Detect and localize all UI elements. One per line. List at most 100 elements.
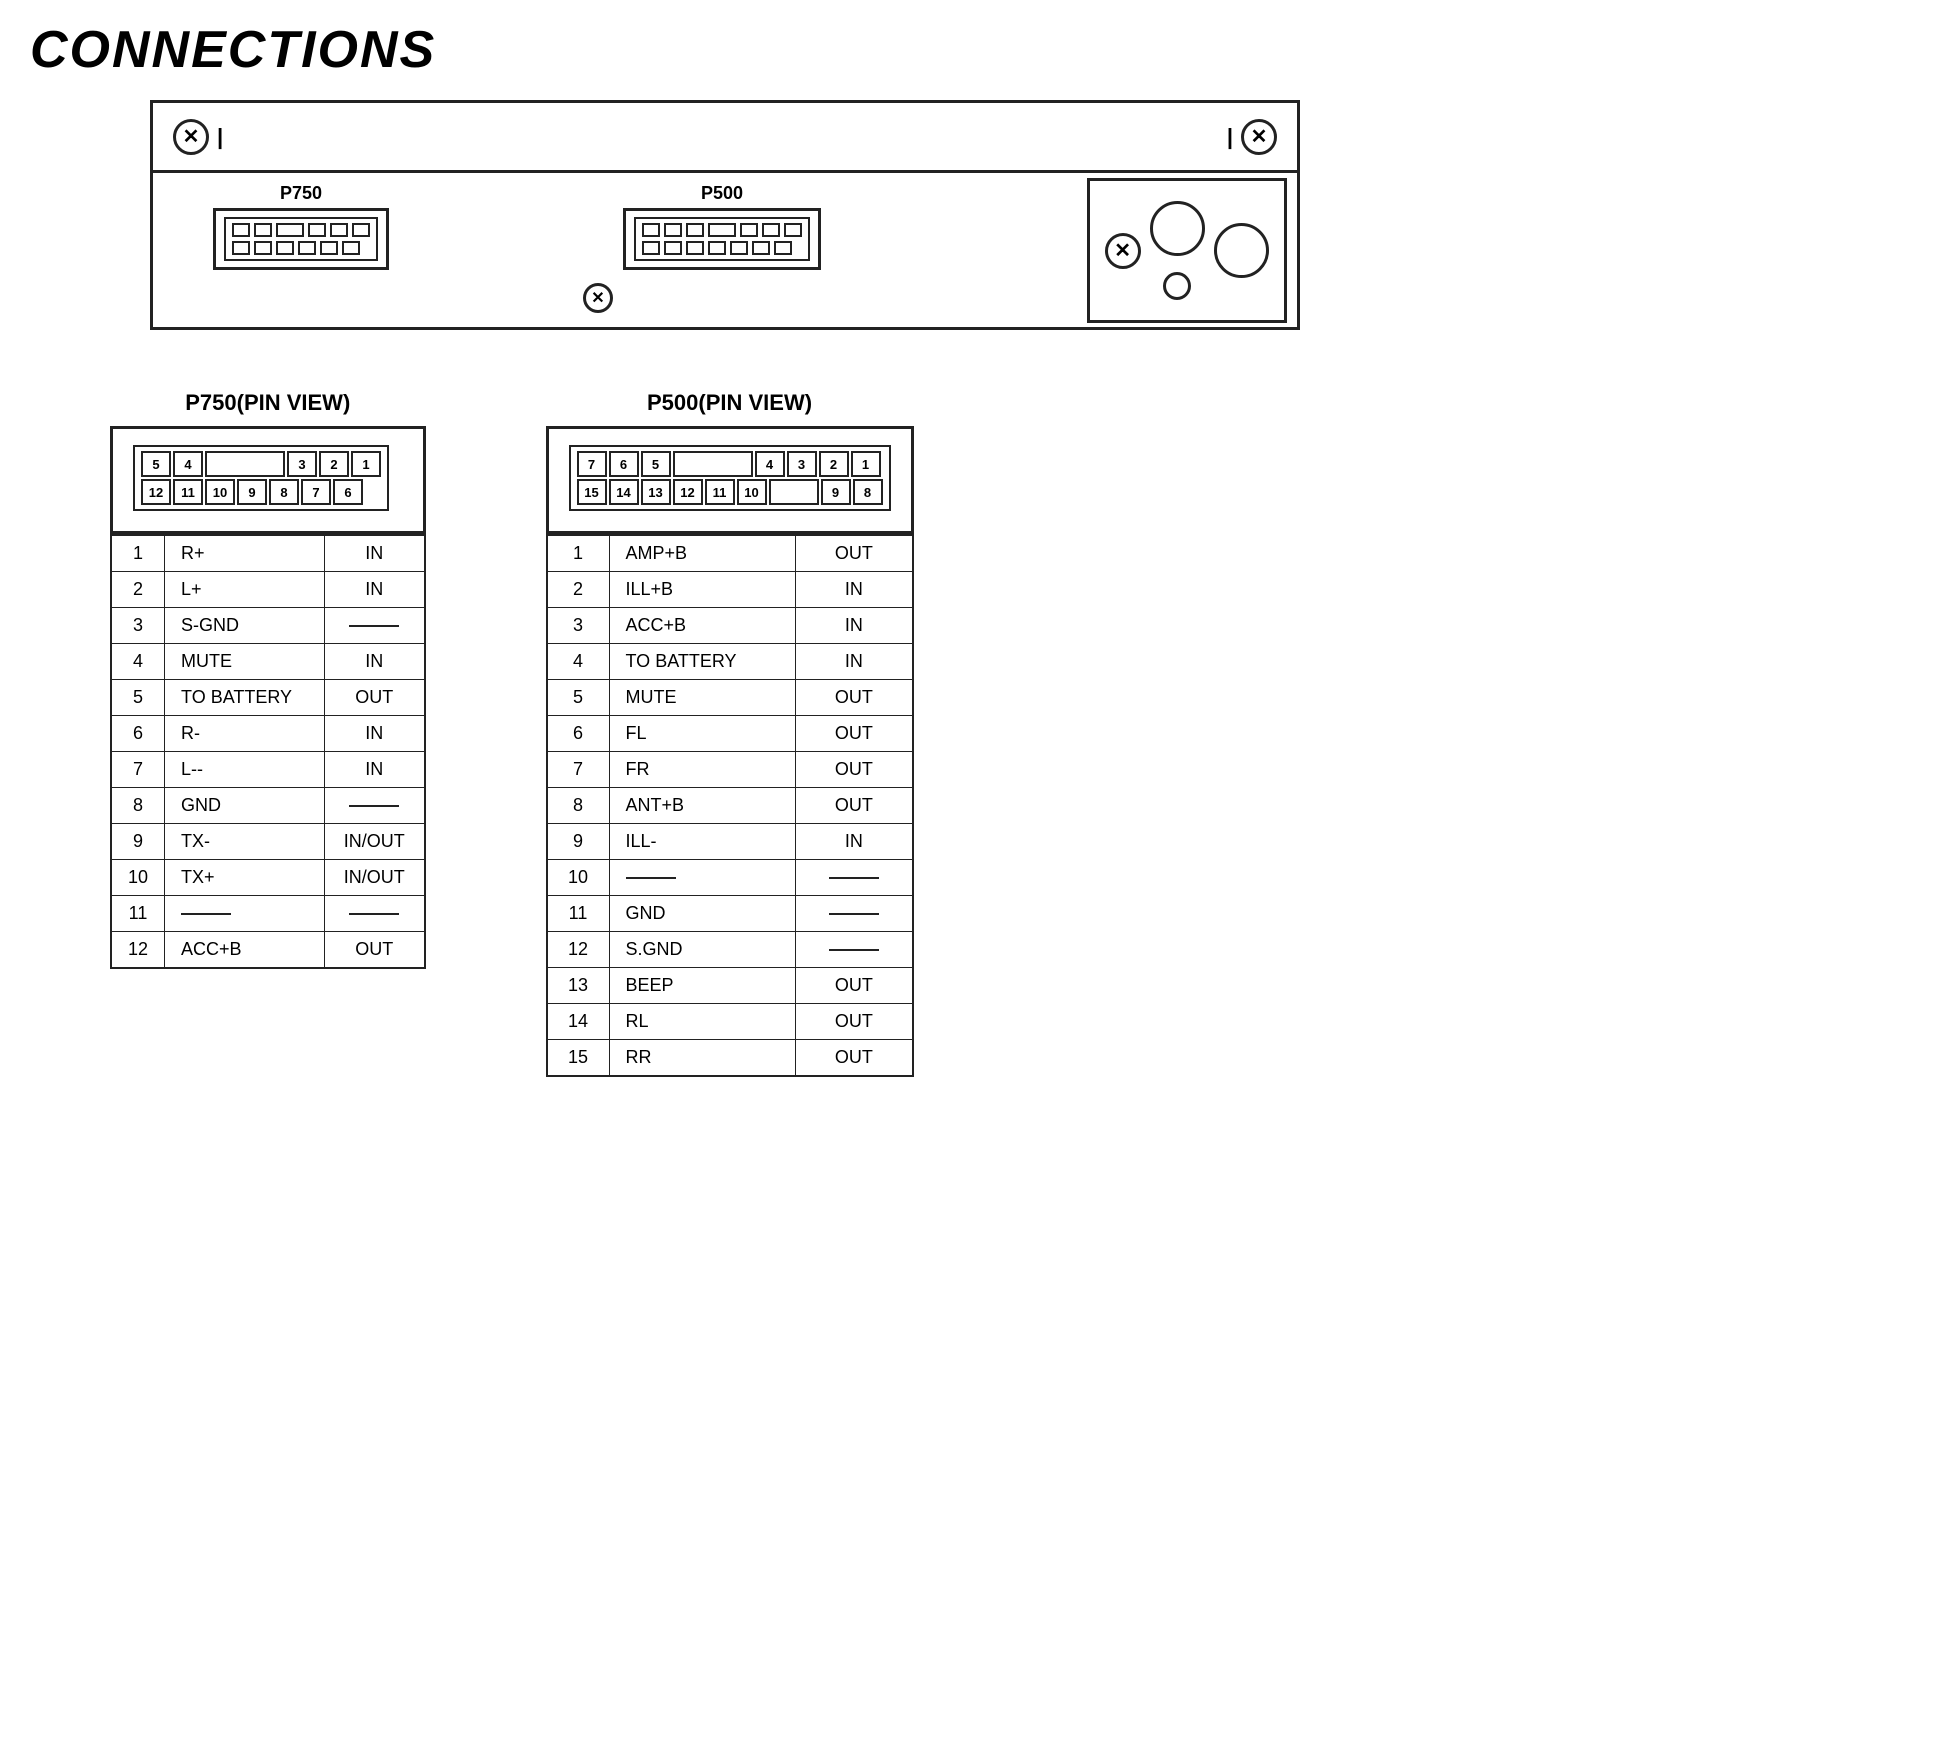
pin-direction: OUT [796, 1040, 913, 1077]
connector-p500-diagram: P500 [623, 183, 821, 270]
p750-row2 [232, 241, 370, 255]
p750-inner [224, 217, 378, 261]
slot [740, 223, 758, 237]
p500-pin-row1: 7 6 5 4 3 2 1 [577, 451, 883, 477]
p500-inner [634, 217, 810, 261]
pin-number: 9 [111, 824, 165, 860]
pin-direction: IN/OUT [325, 860, 425, 896]
pin-number: 9 [547, 824, 609, 860]
pin-number: 12 [547, 932, 609, 968]
pin-1: 1 [851, 451, 881, 477]
pin-direction: IN [796, 608, 913, 644]
slot [254, 223, 272, 237]
pin-number: 4 [111, 644, 165, 680]
slot [276, 241, 294, 255]
table-row: 12S.GND [547, 932, 913, 968]
pin-signal: TO BATTERY [609, 644, 796, 680]
table-row: 10 [547, 860, 913, 896]
pin-signal: S.GND [609, 932, 796, 968]
slot [276, 223, 304, 237]
pin-number: 6 [547, 716, 609, 752]
pin-12: 12 [673, 479, 703, 505]
p750-pin-title: P750(PIN VIEW) [110, 390, 426, 416]
unit-right-section: ✕ [1087, 178, 1287, 323]
pin-13: 13 [641, 479, 671, 505]
slot [642, 223, 660, 237]
pin-direction [796, 896, 913, 932]
table-row: 11 [111, 896, 425, 932]
slot [232, 223, 250, 237]
pin-number: 1 [111, 535, 165, 572]
slot [762, 223, 780, 237]
pin-number: 3 [111, 608, 165, 644]
pin-15: 15 [577, 479, 607, 505]
pin-6: 6 [609, 451, 639, 477]
pin-signal: BEEP [609, 968, 796, 1004]
pin-signal: FR [609, 752, 796, 788]
table-row: 5TO BATTERYOUT [111, 680, 425, 716]
pin-number: 6 [111, 716, 165, 752]
slot [352, 223, 370, 237]
pin-signal: R+ [165, 535, 325, 572]
pin-direction: IN [325, 716, 425, 752]
p500-box [623, 208, 821, 270]
p750-table: 1R+IN2L+IN3S-GND4MUTEIN5TO BATTERYOUT6R-… [110, 534, 426, 969]
table-row: 10TX+IN/OUT [111, 860, 425, 896]
symbol-right-bar: | [1227, 124, 1233, 150]
p500-pin-diagram: 7 6 5 4 3 2 1 15 14 13 12 11 10 [546, 426, 914, 534]
p750-pin-row2: 12 11 10 9 8 7 6 [141, 479, 381, 505]
pin-11: 11 [173, 479, 203, 505]
pin-number: 4 [547, 644, 609, 680]
pin-4: 4 [755, 451, 785, 477]
pin-number: 5 [111, 680, 165, 716]
table-row: 3S-GND [111, 608, 425, 644]
pin-number: 2 [111, 572, 165, 608]
table-row: 1AMP+BOUT [547, 535, 913, 572]
table-row: 7FROUT [547, 752, 913, 788]
pin-2: 2 [319, 451, 349, 477]
slot [686, 241, 704, 255]
pin-signal: TX+ [165, 860, 325, 896]
pin-8: 8 [853, 479, 883, 505]
table-row: 7L--IN [111, 752, 425, 788]
pin-10: 10 [737, 479, 767, 505]
pin-direction [796, 860, 913, 896]
pin-signal [609, 860, 796, 896]
pin-signal: TO BATTERY [165, 680, 325, 716]
slot [320, 241, 338, 255]
table-row: 11GND [547, 896, 913, 932]
pin-number: 11 [111, 896, 165, 932]
slot [642, 241, 660, 255]
pin-signal: S-GND [165, 608, 325, 644]
p500-pin-inner: 7 6 5 4 3 2 1 15 14 13 12 11 10 [569, 445, 891, 511]
pin-direction: IN [325, 572, 425, 608]
pin-number: 8 [111, 788, 165, 824]
pin-signal [165, 896, 325, 932]
table-row: 2ILL+BIN [547, 572, 913, 608]
p750-diagram-label: P750 [213, 183, 389, 204]
pin-signal: ACC+B [165, 932, 325, 969]
pin-2: 2 [819, 451, 849, 477]
p750-section: P750(PIN VIEW) 5 4 3 2 1 12 11 10 9 8 7 [110, 390, 426, 1077]
pin-number: 8 [547, 788, 609, 824]
circle-big-2 [1214, 223, 1269, 278]
pin-signal: ANT+B [609, 788, 796, 824]
pin-number: 5 [547, 680, 609, 716]
table-row: 12ACC+BOUT [111, 932, 425, 969]
pin-direction [796, 932, 913, 968]
cross-icon-left: ✕ [173, 119, 209, 155]
pin-direction: IN [796, 572, 913, 608]
pin-direction: OUT [325, 932, 425, 969]
slot [232, 241, 250, 255]
connector-p750-diagram: P750 [213, 183, 389, 270]
table-row: 8GND [111, 788, 425, 824]
pin-number: 13 [547, 968, 609, 1004]
page-title: CONNECTIONS [30, 20, 1924, 80]
slot [730, 241, 748, 255]
pin-number: 14 [547, 1004, 609, 1040]
p500-row2 [642, 241, 802, 255]
pin-direction: OUT [325, 680, 425, 716]
pin-signal: FL [609, 716, 796, 752]
pin-direction: OUT [796, 788, 913, 824]
right-large-circles2 [1214, 223, 1269, 278]
